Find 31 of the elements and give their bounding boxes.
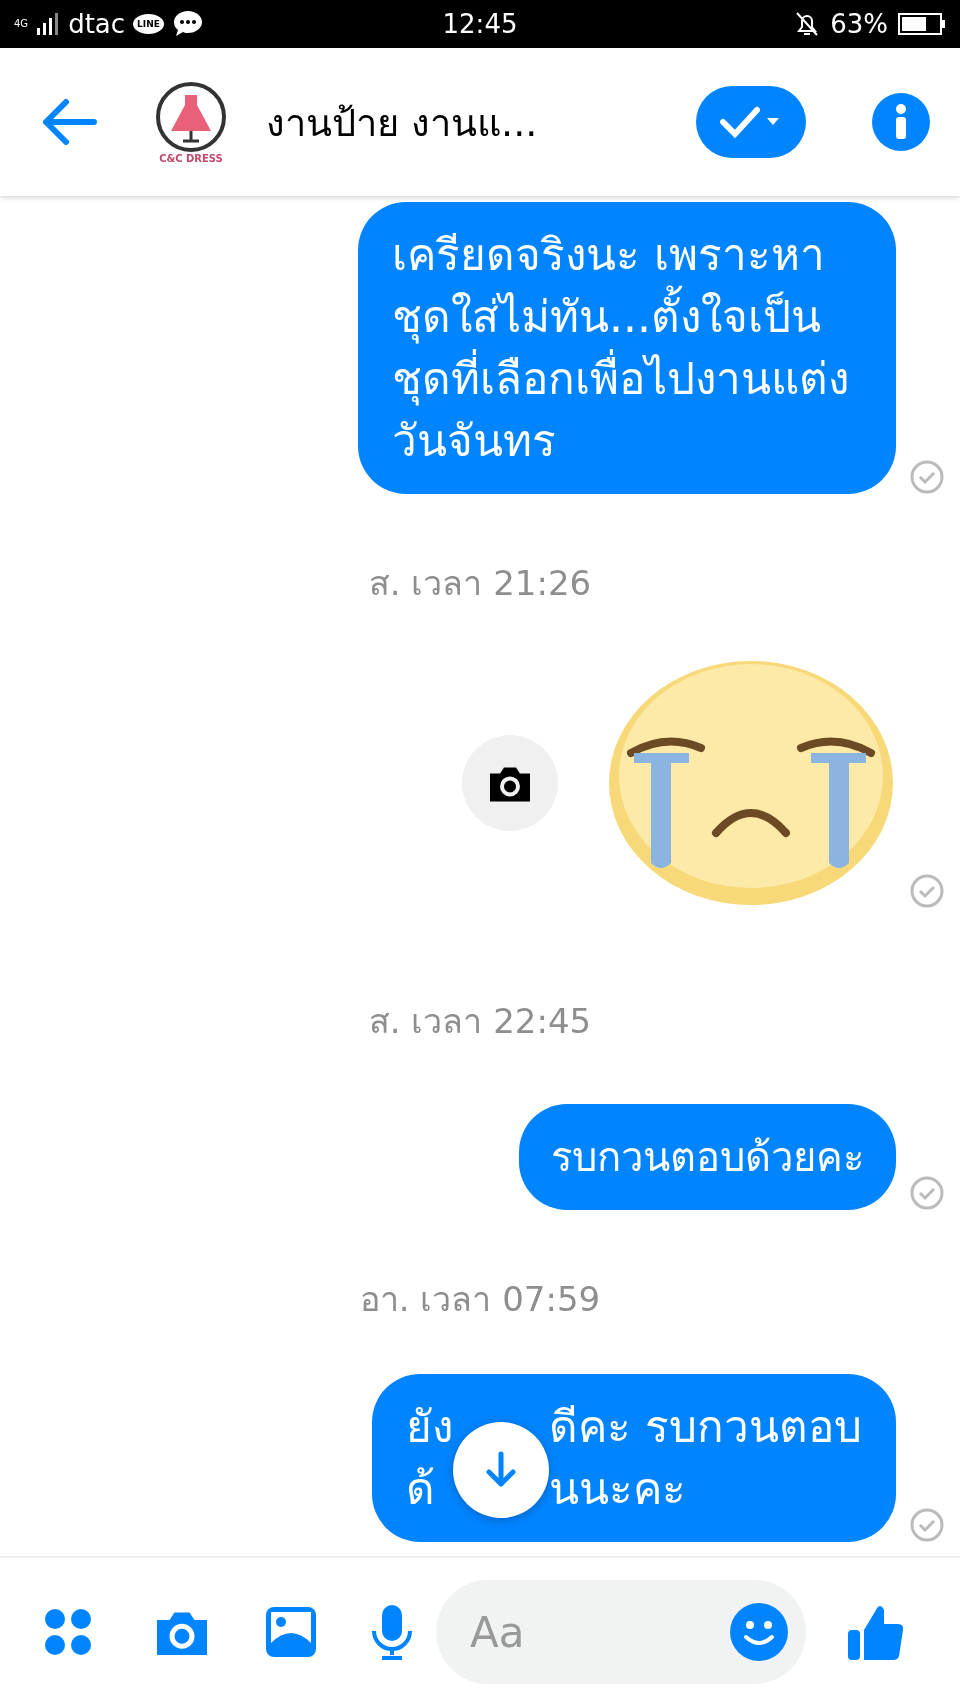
- signal-icon: [36, 12, 61, 36]
- muted-bell-icon: [794, 10, 821, 38]
- battery-percent: 63%: [830, 9, 888, 39]
- message-text: นนะคะ: [549, 1462, 687, 1516]
- message-bubble: รบกวนตอบด้วยคะ: [519, 1104, 896, 1210]
- timestamp: ส. เวลา 22:45: [368, 1001, 592, 1041]
- message-bubble: เครียดจริงนะ เพราะหาชุดใส่ไม่ทัน...ตั้งใจเป็นชุดที่เลือกเพื่อไปงานแต่งวันจันทร: [358, 202, 896, 494]
- battery-icon: [898, 12, 946, 36]
- chat-bubble-icon: [171, 9, 204, 39]
- network-type: 4G: [14, 19, 29, 29]
- message-input-field[interactable]: Aa: [436, 1580, 806, 1684]
- logo-text: C&C DRESS: [159, 152, 223, 164]
- emoji-icon[interactable]: [730, 1603, 788, 1661]
- message-text: ยัง: [406, 1400, 453, 1454]
- clock-time: 12:45: [442, 9, 518, 39]
- more-apps-button[interactable]: [44, 1608, 92, 1656]
- back-button[interactable]: [40, 98, 98, 146]
- gallery-button[interactable]: [264, 1605, 318, 1659]
- app-badge: LINE: [133, 14, 164, 34]
- dress-logo-icon: [155, 80, 227, 153]
- timestamp: ส. เวลา 21:26: [368, 563, 592, 603]
- message-text: ด้: [406, 1462, 436, 1516]
- timestamp: อา. เวลา 07:59: [359, 1279, 601, 1319]
- message-text: ดีคะ รบกวนตอบ: [549, 1400, 862, 1454]
- info-button[interactable]: [872, 93, 930, 151]
- message-input-field[interactable]: Aa: [468, 1606, 730, 1658]
- chat-title: งานป้าย งานแ...: [266, 99, 539, 147]
- microphone-button[interactable]: [370, 1603, 414, 1661]
- down-arrow-icon: [483, 1450, 519, 1490]
- scroll-down-button[interactable]: [453, 1422, 549, 1518]
- carrier-name: dtac: [68, 9, 126, 39]
